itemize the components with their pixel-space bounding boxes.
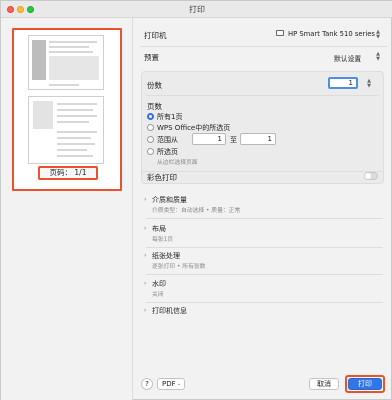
section-title: 布局 bbox=[152, 225, 166, 233]
pdf-label: PDF bbox=[162, 380, 176, 388]
page-thumbnail-bottom bbox=[28, 96, 104, 164]
print-dialog-window: 打印 页码： 1/1 打印机 HP Smart Tank 510 series … bbox=[0, 0, 392, 400]
section-subtitle: 介质类型：自动选择 • 质量：正常 bbox=[152, 208, 241, 214]
range-to-input[interactable]: 1 bbox=[240, 133, 276, 145]
section-subtitle: 逐张打印 • 所有张数 bbox=[152, 264, 206, 270]
window-title: 打印 bbox=[189, 5, 205, 14]
divider bbox=[146, 247, 383, 248]
radio-selected-pages-label: 所选页 bbox=[157, 148, 178, 156]
printer-label: 打印机 bbox=[144, 31, 167, 40]
copies-label: 份数 bbox=[147, 81, 162, 90]
pages-label: 页数 bbox=[147, 102, 162, 111]
color-print-label: 彩色打印 bbox=[147, 173, 177, 182]
radio-range[interactable] bbox=[147, 136, 154, 143]
radio-range-label: 范围从 bbox=[157, 136, 178, 144]
print-button[interactable]: 打印 bbox=[348, 378, 382, 390]
page-preview[interactable]: 页码： 1/1 bbox=[12, 28, 122, 191]
printer-select[interactable]: HP Smart Tank 510 series bbox=[264, 28, 386, 40]
help-button[interactable]: ? bbox=[141, 378, 153, 390]
thumbnail-content-block bbox=[49, 56, 99, 80]
radio-all-pages[interactable] bbox=[147, 113, 154, 120]
chevron-down-icon: ⌄ bbox=[176, 381, 181, 387]
thumbnail-line bbox=[57, 137, 91, 139]
page-thumbnail-top bbox=[28, 35, 104, 90]
page-number-label: 页码： 1/1 bbox=[38, 166, 98, 180]
thumbnail-line bbox=[57, 131, 97, 133]
divider bbox=[146, 302, 383, 303]
divider bbox=[140, 46, 387, 47]
color-print-toggle[interactable] bbox=[364, 172, 378, 180]
radio-selected-pages[interactable] bbox=[147, 148, 154, 155]
divider bbox=[146, 218, 383, 219]
section-title: 纸张处理 bbox=[152, 252, 180, 260]
copies-input[interactable]: 1 bbox=[328, 77, 358, 89]
chevron-right-icon: › bbox=[144, 252, 147, 259]
divider bbox=[146, 95, 379, 96]
copies-stepper[interactable]: ▲ ▼ bbox=[366, 79, 372, 89]
title-bar: 打印 bbox=[1, 1, 392, 18]
section-title: 水印 bbox=[152, 280, 166, 288]
cancel-button[interactable]: 取消 bbox=[309, 378, 339, 390]
pdf-menu-button[interactable]: PDF ⌄ bbox=[157, 378, 185, 390]
presets-select[interactable]: 默认设置 bbox=[334, 53, 361, 63]
presets-label: 预置 bbox=[144, 53, 159, 62]
radio-all-pages-label: 所有1页 bbox=[157, 113, 183, 121]
divider bbox=[142, 171, 383, 172]
thumbnail-line bbox=[49, 51, 93, 53]
chevron-right-icon: › bbox=[144, 196, 147, 203]
section-subtitle: 每张1页 bbox=[152, 237, 174, 243]
thumbnail-line bbox=[57, 115, 97, 117]
selected-pages-hint: 从边栏选择页面 bbox=[157, 160, 198, 166]
section-watermark[interactable]: › 水印 关闭 bbox=[142, 278, 382, 300]
thumbnail-line bbox=[49, 84, 79, 86]
presets-chevron-icon: ▲ ▼ bbox=[376, 51, 380, 62]
section-subtitle: 关闭 bbox=[152, 292, 164, 298]
thumbnail-line bbox=[57, 155, 93, 157]
thumbnail-line bbox=[57, 121, 89, 123]
section-title: 打印机信息 bbox=[152, 307, 187, 315]
chevron-right-icon: › bbox=[144, 225, 147, 232]
section-title: 介质和质量 bbox=[152, 196, 187, 204]
thumbnail-line bbox=[57, 149, 87, 151]
divider bbox=[146, 274, 383, 275]
radio-wps-selection[interactable] bbox=[147, 124, 154, 131]
thumbnail-line bbox=[57, 109, 93, 111]
printer-chevron-icon: ▲ ▼ bbox=[376, 29, 380, 40]
section-layout[interactable]: › 布局 每张1页 bbox=[142, 223, 382, 245]
thumbnail-line bbox=[57, 143, 95, 145]
copies-pages-group: 份数 1 ▲ ▼ 页数 所有1页 WPS Office中的所选页 范围从 1 至 … bbox=[141, 71, 384, 184]
range-from-input[interactable]: 1 bbox=[192, 133, 226, 145]
toggle-knob bbox=[365, 173, 371, 179]
thumbnail-preview-shape bbox=[33, 101, 53, 129]
printer-icon bbox=[276, 30, 284, 36]
thumbnail-line bbox=[49, 41, 97, 43]
chevron-right-icon: › bbox=[144, 280, 147, 287]
range-to-label: 至 bbox=[230, 136, 237, 144]
radio-wps-selection-label: WPS Office中的所选页 bbox=[157, 124, 231, 132]
section-printer-info[interactable]: › 打印机信息 bbox=[142, 305, 382, 319]
settings-pane: 打印机 HP Smart Tank 510 series ▲ ▼ 预置 默认设置 … bbox=[134, 18, 392, 400]
thumbnail-sidebar-shape bbox=[32, 40, 46, 80]
section-paper-handling[interactable]: › 纸张处理 逐张打印 • 所有张数 bbox=[142, 250, 382, 272]
thumbnail-line bbox=[49, 46, 89, 48]
chevron-right-icon: › bbox=[144, 307, 147, 314]
preview-pane: 页码： 1/1 bbox=[1, 18, 133, 400]
printer-value: HP Smart Tank 510 series bbox=[288, 30, 375, 38]
thumbnail-line bbox=[57, 103, 97, 105]
section-media-quality[interactable]: › 介质和质量 介质类型：自动选择 • 质量：正常 bbox=[142, 194, 382, 216]
